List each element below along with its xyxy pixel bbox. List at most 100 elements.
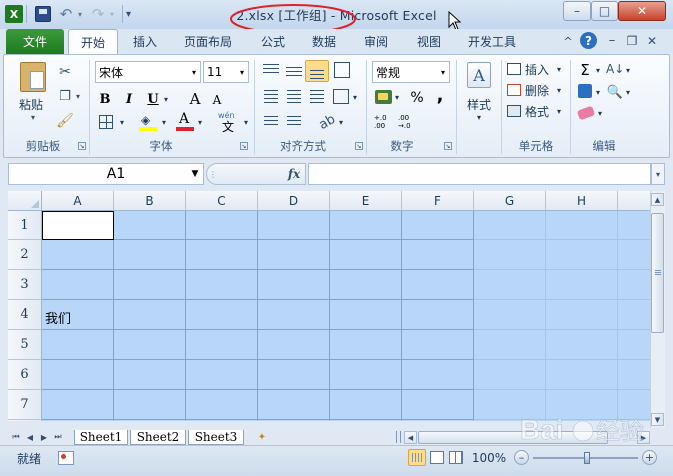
italic-button[interactable]: I	[120, 90, 138, 108]
text-direction-dropdown-icon[interactable]: ▾	[337, 114, 345, 130]
maximize-button[interactable]: □	[591, 1, 618, 21]
cell-b4[interactable]	[114, 300, 186, 330]
cell-g6[interactable]	[474, 360, 546, 390]
cell-i6[interactable]	[618, 360, 650, 390]
merge-center-icon[interactable]	[333, 89, 349, 104]
cell-h6[interactable]	[546, 360, 618, 390]
row-header-1[interactable]: 1	[8, 211, 42, 240]
zoom-slider-thumb[interactable]	[584, 452, 590, 464]
clear-dropdown-icon[interactable]: ▾	[596, 104, 604, 122]
underline-button[interactable]: U	[144, 90, 162, 108]
workbook-minimize-icon[interactable]: –	[604, 32, 620, 49]
bold-button[interactable]: B	[96, 90, 114, 108]
format-cells-icon[interactable]	[507, 105, 521, 117]
column-header-e[interactable]: E	[330, 191, 402, 211]
page-layout-view-button[interactable]	[430, 451, 444, 464]
last-sheet-icon[interactable]: ⏭	[52, 431, 64, 443]
cell-i1[interactable]	[618, 211, 650, 240]
format-cells-button[interactable]: 格式	[525, 103, 555, 119]
align-middle-icon[interactable]	[286, 64, 302, 78]
decrease-indent-icon[interactable]	[264, 116, 278, 128]
column-header-b[interactable]: B	[114, 191, 186, 211]
formula-input[interactable]	[308, 163, 651, 185]
cell-a6[interactable]	[42, 360, 114, 390]
cell-b5[interactable]	[114, 330, 186, 360]
cell-b3[interactable]	[114, 270, 186, 300]
sheet-tab-sheet3[interactable]: Sheet3	[188, 430, 244, 445]
cell-e8[interactable]	[330, 420, 402, 421]
paste-button[interactable]: 粘贴	[14, 96, 48, 112]
worksheet-grid[interactable]: A B C D E F G H 1 2 3 4 5 6 7 8 我们	[8, 191, 650, 421]
decrease-decimal-button[interactable]: .00 →.0	[398, 114, 416, 132]
align-top-icon[interactable]	[263, 64, 279, 78]
cell-e5[interactable]	[330, 330, 402, 360]
cell-c3[interactable]	[186, 270, 258, 300]
cell-c1[interactable]	[186, 211, 258, 240]
tab-insert[interactable]: 插入	[126, 29, 164, 54]
zoom-out-button[interactable]: –	[514, 450, 529, 465]
number-format-dropdown-icon[interactable]: ▾	[441, 68, 445, 77]
font-name-combo[interactable]: 宋体 ▾	[95, 61, 201, 83]
cell-g3[interactable]	[474, 270, 546, 300]
delete-cells-button[interactable]: 删除	[525, 82, 555, 98]
cell-d1[interactable]	[258, 211, 330, 240]
fill-color-dropdown-icon[interactable]: ▾	[160, 114, 168, 130]
insert-function-button[interactable]: fx	[284, 165, 304, 183]
font-size-dropdown-icon[interactable]: ▾	[240, 68, 244, 77]
sheet-tab-sheet2[interactable]: Sheet2	[130, 430, 186, 445]
close-button[interactable]: ✕	[618, 1, 666, 21]
sort-dropdown-icon[interactable]: ▾	[624, 61, 632, 79]
cell-e1[interactable]	[330, 211, 402, 240]
styles-dropdown-icon[interactable]: ▾	[474, 112, 484, 122]
cell-i5[interactable]	[618, 330, 650, 360]
tab-split-handle[interactable]	[396, 431, 401, 443]
copy-icon[interactable]: ❐	[56, 87, 74, 105]
cell-d5[interactable]	[258, 330, 330, 360]
cell-b6[interactable]	[114, 360, 186, 390]
workbook-close-icon[interactable]: ✕	[644, 32, 660, 49]
sheet-tab-sheet1[interactable]: Sheet1	[74, 430, 128, 445]
font-name-dropdown-icon[interactable]: ▾	[192, 68, 196, 77]
cell-d6[interactable]	[258, 360, 330, 390]
cell-c5[interactable]	[186, 330, 258, 360]
cell-a7[interactable]	[42, 390, 114, 420]
cell-h4[interactable]	[546, 300, 618, 330]
zoom-in-button[interactable]: +	[642, 450, 657, 465]
insert-cells-button[interactable]: 插入	[525, 61, 555, 77]
increase-indent-icon[interactable]	[287, 116, 301, 128]
cell-a8[interactable]	[42, 420, 114, 421]
row-header-5[interactable]: 5	[8, 330, 42, 360]
column-header-a[interactable]: A	[42, 191, 114, 211]
align-bottom-button[interactable]	[305, 60, 329, 82]
column-header-g[interactable]: G	[474, 191, 546, 211]
tab-view[interactable]: 视图	[410, 29, 448, 54]
row-header-3[interactable]: 3	[8, 270, 42, 300]
grow-font-button[interactable]: A	[186, 89, 204, 109]
cell-d4[interactable]	[258, 300, 330, 330]
cell-f1[interactable]	[402, 211, 474, 240]
scroll-up-button[interactable]: ▲	[651, 193, 664, 206]
borders-dropdown-icon[interactable]: ▾	[118, 114, 126, 130]
align-right-icon[interactable]	[310, 90, 324, 103]
cell-i4[interactable]	[618, 300, 650, 330]
cell-i3[interactable]	[618, 270, 650, 300]
align-center-icon[interactable]	[287, 90, 301, 103]
sort-filter-icon[interactable]: A↓	[606, 62, 624, 78]
cell-h2[interactable]	[546, 240, 618, 270]
cell-c6[interactable]	[186, 360, 258, 390]
cell-g4[interactable]	[474, 300, 546, 330]
autosum-dropdown-icon[interactable]: ▾	[594, 61, 602, 79]
name-box[interactable]: A1	[8, 163, 204, 185]
alignment-launcher-icon[interactable]: ↘	[355, 142, 363, 150]
underline-dropdown-icon[interactable]: ▾	[162, 90, 170, 108]
cell-f7[interactable]	[402, 390, 474, 420]
tab-developer[interactable]: 开发工具	[460, 29, 524, 54]
phonetic-dropdown-icon[interactable]: ▾	[242, 114, 250, 130]
row-header-7[interactable]: 7	[8, 390, 42, 420]
cell-a3[interactable]	[42, 270, 114, 300]
find-select-icon[interactable]: 🔍	[606, 83, 624, 101]
cell-f3[interactable]	[402, 270, 474, 300]
cell-e7[interactable]	[330, 390, 402, 420]
help-icon[interactable]: ?	[580, 32, 597, 49]
formula-bar-grip-icon[interactable]: ⋮	[208, 166, 218, 182]
